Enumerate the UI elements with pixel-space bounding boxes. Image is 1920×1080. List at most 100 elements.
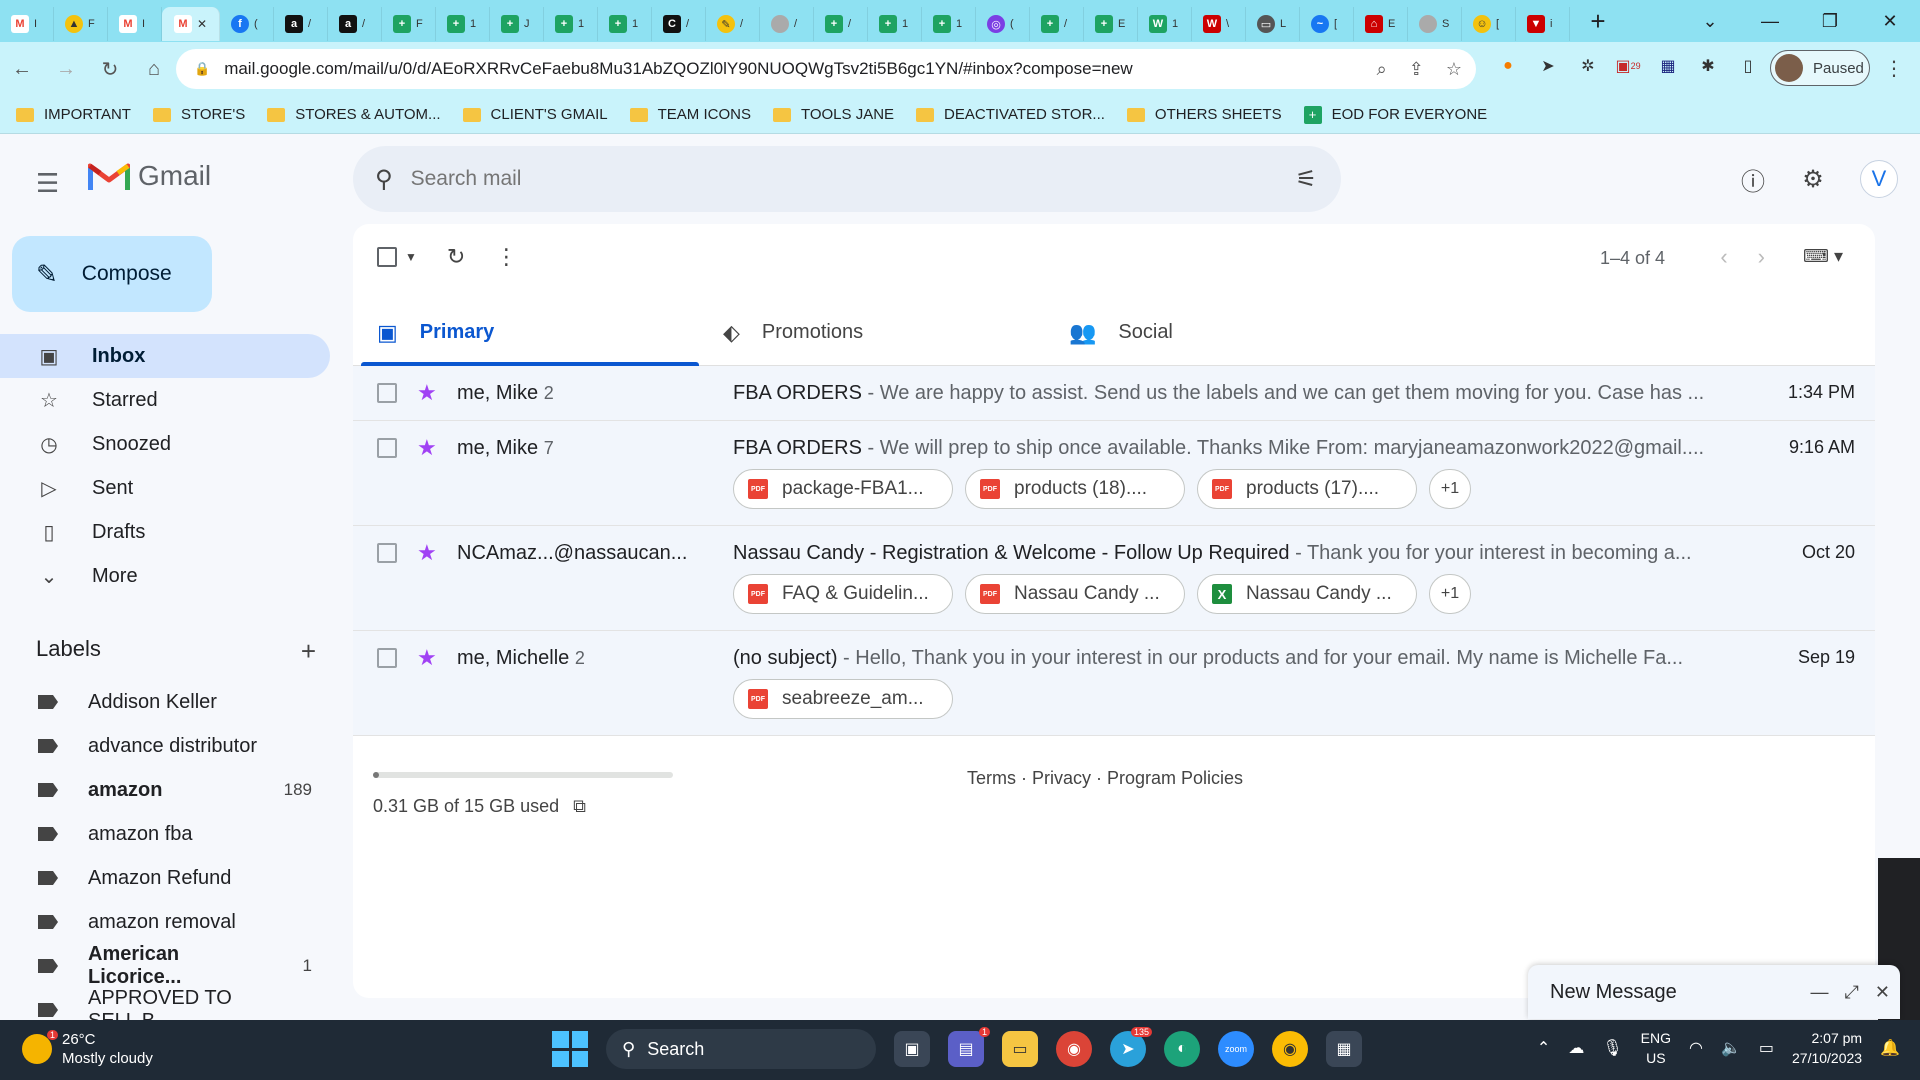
browser-tab[interactable]: a / [274,7,328,41]
browser-tab[interactable]: / [760,7,814,41]
attachment-chip[interactable]: PDF FAQ & Guidelin... [733,574,953,614]
extension-gear-icon[interactable]: ✲ [1576,54,1600,78]
help-icon[interactable]: ⓘ [1736,162,1770,196]
attachment-chip[interactable]: PDF seabreeze_am... [733,679,953,719]
gmail-logo[interactable]: Gmail [88,160,211,192]
sidebar-item-inbox[interactable]: ▣ Inbox [0,334,330,378]
language-indicator[interactable]: ENG US [1641,1028,1671,1068]
bookmark-folder[interactable]: OTHERS SHEETS [1126,106,1282,123]
teams-icon[interactable]: ▤ 1 [948,1027,990,1067]
edge-icon[interactable]: ◐ [1164,1031,1200,1067]
browser-tab[interactable]: +1 [544,7,598,41]
chrome-alt-icon[interactable]: ◉ [1272,1031,1308,1067]
browser-tab[interactable]: + / [814,7,868,41]
email-row[interactable]: ★ me, Mike 7 FBA ORDERS - We will prep t… [353,421,1875,526]
external-link-icon[interactable]: ⧉ [573,796,586,817]
browser-tab[interactable]: W1 [1138,7,1192,41]
older-page-icon[interactable]: › [1758,244,1765,270]
reload-icon[interactable]: ↻ [88,57,132,82]
calculator-icon[interactable]: ▦ [1326,1031,1362,1067]
browser-tab[interactable]: ☺[ [1462,7,1516,41]
bookmark-folder[interactable]: STORES & AUTOM... [267,106,441,123]
bookmark-folder[interactable]: TEAM ICONS [629,106,751,123]
bookmark-folder[interactable]: CLIENT'S GMAIL [462,106,608,123]
attachment-chip[interactable]: PDF products (17).... [1197,469,1417,509]
back-icon[interactable]: ← [0,58,44,81]
browser-tab[interactable]: MI [0,7,54,41]
star-icon[interactable]: ★ [417,435,441,461]
browser-tab[interactable]: ◎( [976,7,1030,41]
star-icon[interactable]: ★ [417,645,441,671]
lock-icon[interactable]: 🔒 [194,61,210,77]
browser-tab[interactable]: ▼ i [1516,7,1570,41]
browser-tab[interactable]: MI [108,7,162,41]
notifications-bell-icon[interactable]: 🔔 [1880,1038,1900,1058]
main-menu-icon[interactable]: ☰ [36,168,59,199]
bookmark-link[interactable]: + EOD FOR EVERYONE [1303,105,1487,124]
browser-tab[interactable]: + E [1084,7,1138,41]
label-item[interactable]: amazon fba [0,812,330,856]
extension-badge-icon[interactable]: ▣ 29 [1615,54,1640,78]
bookmark-folder[interactable]: STORE'S [152,106,245,123]
browser-tab[interactable]: a / [328,7,382,41]
url-bar[interactable]: 🔒 mail.google.com/mail/u/0/d/AEoRXRRvCeF… [176,49,1476,89]
weather-widget[interactable]: 1 26°C Mostly cloudy [22,1030,153,1068]
email-row[interactable]: ★ NCAmaz...@nassaucan... Nassau Candy - … [353,526,1875,631]
email-row[interactable]: ★ me, Michelle 2 (no subject) - Hello, T… [353,631,1875,736]
browser-tab[interactable]: C / [652,7,706,41]
browser-tab[interactable]: ✎ / [706,7,760,41]
browser-tab[interactable]: + F [382,7,436,41]
compose-button[interactable]: ✎ Compose [12,236,212,312]
wifi-icon[interactable]: ◠ [1689,1038,1703,1058]
onedrive-cloud-icon[interactable]: ☁ [1568,1038,1584,1058]
more-actions-icon[interactable]: ⋮ [495,244,517,270]
search-input[interactable] [410,167,1211,191]
footer-links[interactable]: Terms · Privacy · Program Policies [967,768,1243,789]
email-row[interactable]: ★ me, Mike 2 FBA ORDERS - We are happy t… [353,366,1875,421]
browser-tab[interactable]: S [1408,7,1462,41]
restore-icon[interactable]: ❐ [1800,11,1860,32]
input-tools-keyboard-icon[interactable]: ⌨ ▾ [1803,246,1843,267]
bookmark-folder[interactable]: DEACTIVATED STOR... [916,106,1105,123]
volume-icon[interactable]: 🔈 [1721,1038,1741,1058]
bookmark-folder[interactable]: IMPORTANT [16,106,131,123]
battery-icon[interactable]: ▭ [1759,1038,1774,1058]
sidebar-item-starred[interactable]: ☆ Starred [0,378,330,422]
browser-tab[interactable]: +1 [598,7,652,41]
zoom-icon[interactable]: zoom [1218,1031,1254,1067]
browser-tab[interactable]: W \ [1192,7,1246,41]
attachment-chip[interactable]: PDF Nassau Candy ... [965,574,1185,614]
label-item[interactable]: amazon 189 [0,768,330,812]
extension-orange-icon[interactable]: ● [1496,54,1520,78]
browser-tab-active[interactable]: M ✕ [162,7,220,41]
close-tab-icon[interactable]: ✕ [197,17,207,31]
clock[interactable]: 2:07 pm 27/10/2023 [1792,1028,1862,1068]
sidebar-item-drafts[interactable]: ▯ Drafts [0,510,330,554]
row-checkbox[interactable] [377,438,397,458]
sidebar-item-more[interactable]: ⌄ More [0,554,330,598]
taskbar-search[interactable]: ⚲ Search [606,1029,876,1069]
start-button[interactable] [552,1031,588,1067]
star-icon[interactable]: ★ [417,380,441,406]
share-icon[interactable]: ⇪ [1409,59,1424,80]
minimize-icon[interactable]: — [1740,11,1800,32]
side-panel-icon[interactable]: ▯ [1736,54,1760,78]
bookmark-folder[interactable]: TOOLS JANE [772,106,894,123]
close-icon[interactable]: ✕ [1875,982,1890,1003]
label-item[interactable]: advance distributor [0,724,330,768]
select-all-checkbox[interactable]: ▼ [377,247,417,267]
browser-tab[interactable]: +1 [868,7,922,41]
tab-promotions[interactable]: ⬖ Promotions [699,300,1045,365]
more-attachments-chip[interactable]: +1 [1429,574,1471,614]
forward-icon[interactable]: → [44,58,88,81]
row-checkbox[interactable] [377,648,397,668]
sidebar-item-sent[interactable]: ▷ Sent [0,466,330,510]
browser-tab[interactable]: ⌂ E [1354,7,1408,41]
browser-tab[interactable]: ▲ F [54,7,108,41]
settings-gear-icon[interactable]: ⚙ [1796,162,1830,196]
extension-grid-icon[interactable]: ▦ [1656,54,1680,78]
label-item[interactable]: Addison Keller [0,680,330,724]
extensions-puzzle-icon[interactable]: ✱ [1696,54,1720,78]
attachment-chip[interactable]: PDF package-FBA1... [733,469,953,509]
search-options-icon[interactable]: ⚟ [1295,165,1317,194]
